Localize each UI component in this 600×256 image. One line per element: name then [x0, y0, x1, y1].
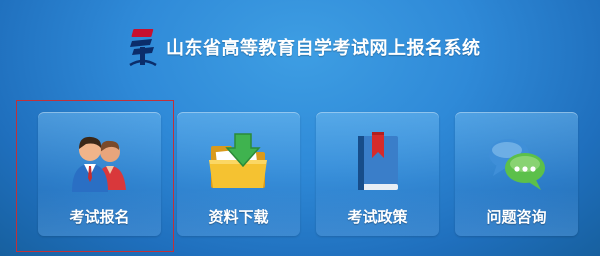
tile-exam-policy[interactable]: 考试政策 — [316, 112, 439, 236]
tile-materials-download[interactable]: 资料下载 — [177, 112, 300, 236]
tile-label: 考试报名 — [69, 208, 130, 226]
tile-exam-registration[interactable]: 考试报名 — [38, 112, 161, 236]
chat-bubbles-icon — [488, 139, 545, 190]
tile-label: 考试政策 — [347, 208, 408, 226]
folder-download-icon — [208, 133, 267, 188]
exam-emblem-icon — [129, 29, 157, 67]
page-header: 山东省高等教育自学考试网上报名系统 — [126, 26, 481, 68]
users-icon — [71, 136, 126, 192]
bookmark-book-icon — [357, 132, 398, 190]
tile-question-consult[interactable]: 问题咨询 — [455, 112, 578, 236]
tile-label: 资料下载 — [208, 208, 269, 226]
tile-label: 问题咨询 — [486, 208, 547, 226]
page-title: 山东省高等教育自学考试网上报名系统 — [166, 38, 481, 59]
